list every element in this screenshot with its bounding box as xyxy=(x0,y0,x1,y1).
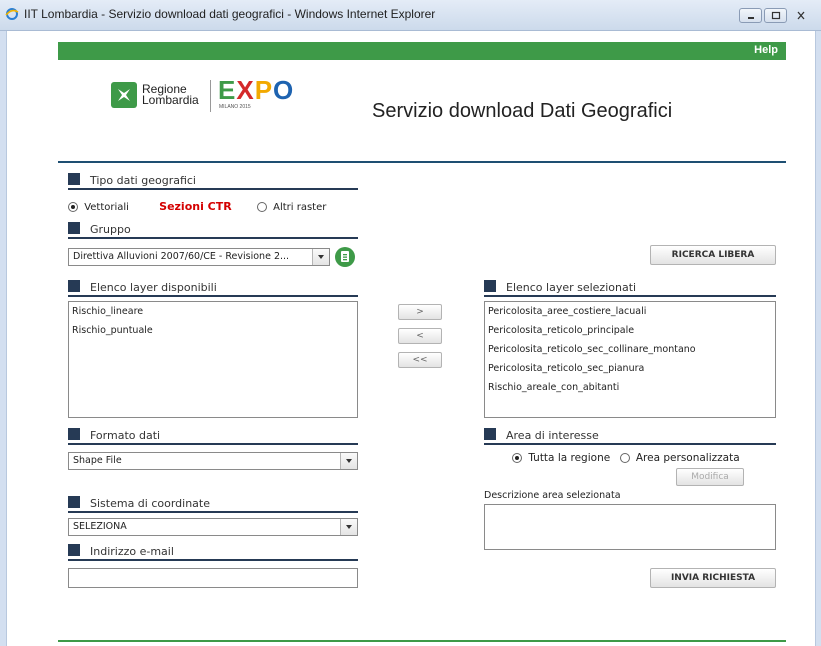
radio-vettoriali-label[interactable]: Vettoriali xyxy=(84,202,129,213)
section-bullet-icon xyxy=(68,496,80,508)
formato-select-value: Shape File xyxy=(73,455,122,466)
radio-altri-raster[interactable] xyxy=(256,202,267,212)
coordinate-select[interactable]: SELEZIONA xyxy=(68,518,358,536)
section-gruppo: Gruppo xyxy=(68,222,358,239)
footer-divider xyxy=(58,640,786,642)
expo-letter-p: P xyxy=(254,75,274,105)
section-layer-disponibili-label: Elenco layer disponibili xyxy=(90,281,217,294)
minimize-button[interactable] xyxy=(739,8,762,23)
radio-tutta-regione-label[interactable]: Tutta la regione xyxy=(528,452,610,464)
email-field[interactable] xyxy=(68,568,358,588)
section-area-interesse-label: Area di interesse xyxy=(506,429,599,442)
expo-letter-e: E xyxy=(218,75,237,105)
close-button[interactable] xyxy=(789,8,812,23)
radio-tutta-regione[interactable] xyxy=(512,453,522,463)
list-item[interactable]: Pericolosita_reticolo_sec_collinare_mont… xyxy=(485,340,775,359)
gruppo-select[interactable]: Direttiva Alluvioni 2007/60/CE - Revisio… xyxy=(68,248,330,266)
expo-logo-subtitle: MILANO 2015 xyxy=(219,104,251,110)
section-bullet-icon xyxy=(68,173,80,185)
descrizione-area-label: Descrizione area selezionata xyxy=(484,490,621,501)
window-frame-right xyxy=(815,31,821,646)
section-layer-selezionati-label: Elenco layer selezionati xyxy=(506,281,637,294)
regione-lombardia-logo xyxy=(111,82,137,108)
regione-lombardia-mark-icon xyxy=(118,89,130,101)
section-bullet-icon xyxy=(484,428,496,440)
section-bullet-icon xyxy=(68,544,80,556)
section-bullet-icon xyxy=(484,280,496,292)
list-item[interactable]: Rischio_areale_con_abitanti xyxy=(485,378,775,397)
invia-richiesta-button[interactable]: INVIA RICHIESTA xyxy=(650,568,776,588)
ricerca-libera-button[interactable]: RICERCA LIBERA xyxy=(650,245,776,265)
window-frame-left xyxy=(0,31,7,646)
window-title: IIT Lombardia - Servizio download dati g… xyxy=(24,7,436,21)
chevron-down-icon[interactable] xyxy=(340,519,357,535)
section-bullet-icon xyxy=(68,222,80,234)
chevron-down-icon[interactable] xyxy=(340,453,357,469)
radio-area-personalizzata[interactable] xyxy=(619,453,630,463)
formato-select[interactable]: Shape File xyxy=(68,452,358,470)
chevron-down-icon[interactable] xyxy=(312,249,329,265)
logo-regione-line2: Lombardia xyxy=(142,93,199,107)
section-gruppo-label: Gruppo xyxy=(90,223,131,236)
internet-explorer-icon xyxy=(5,8,19,20)
section-layer-disponibili: Elenco layer disponibili xyxy=(68,280,358,297)
maximize-icon xyxy=(771,11,780,20)
sezioni-ctr-link[interactable]: Sezioni CTR xyxy=(159,200,232,213)
radio-altri-raster-label[interactable]: Altri raster xyxy=(273,202,326,213)
layer-disponibili-list[interactable]: Rischio_lineare Rischio_puntuale xyxy=(68,301,358,418)
expo-letter-o: O xyxy=(273,75,295,105)
expo-logo: EXPO xyxy=(218,76,294,104)
minimize-icon xyxy=(747,17,754,19)
section-tipo-dati: Tipo dati geografici xyxy=(68,173,358,190)
section-formato-dati-label: Formato dati xyxy=(90,429,161,442)
section-sistema-coordinate-label: Sistema di coordinate xyxy=(90,497,211,510)
section-layer-selezionati: Elenco layer selezionati xyxy=(484,280,776,297)
regione-lombardia-wordmark: Regione Lombardia xyxy=(142,83,199,107)
section-area-interesse: Area di interesse xyxy=(484,428,776,445)
list-item[interactable]: Rischio_puntuale xyxy=(69,321,357,340)
logo-divider xyxy=(210,80,211,112)
coordinate-select-value: SELEZIONA xyxy=(73,521,127,532)
list-item[interactable]: Pericolosita_reticolo_sec_pianura xyxy=(485,359,775,378)
section-tipo-dati-label: Tipo dati geografici xyxy=(90,174,196,187)
section-sistema-coordinate: Sistema di coordinate xyxy=(68,496,358,513)
modifica-button[interactable]: Modifica xyxy=(676,468,744,486)
page-title: Servizio download Dati Geografici xyxy=(372,100,673,122)
remove-layer-button[interactable]: < xyxy=(398,328,442,344)
help-bar: Help xyxy=(58,42,786,60)
info-document-icon[interactable] xyxy=(334,246,356,268)
layer-selezionati-list[interactable]: Pericolosita_aree_costiere_lacuali Peric… xyxy=(484,301,776,418)
close-icon xyxy=(797,11,804,20)
add-layer-button[interactable]: > xyxy=(398,304,442,320)
area-options: Tutta la regione Area personalizzata xyxy=(512,452,740,464)
gruppo-select-value: Direttiva Alluvioni 2007/60/CE - Revisio… xyxy=(73,251,290,262)
window-titlebar: IIT Lombardia - Servizio download dati g… xyxy=(0,0,821,31)
remove-all-layers-button[interactable]: << xyxy=(398,352,442,368)
maximize-button[interactable] xyxy=(764,8,787,23)
section-bullet-icon xyxy=(68,280,80,292)
list-item[interactable]: Pericolosita_aree_costiere_lacuali xyxy=(485,302,775,321)
tipo-dati-options: Vettoriali Sezioni CTR Altri raster xyxy=(68,200,326,213)
header-divider xyxy=(58,161,786,163)
descrizione-area-textarea[interactable] xyxy=(484,504,776,550)
section-email-label: Indirizzo e-mail xyxy=(90,545,174,558)
list-item[interactable]: Pericolosita_reticolo_principale xyxy=(485,321,775,340)
expo-letter-x: X xyxy=(236,75,255,105)
list-item[interactable]: Rischio_lineare xyxy=(69,302,357,321)
section-formato-dati: Formato dati xyxy=(68,428,358,445)
radio-vettoriali[interactable] xyxy=(68,202,78,212)
section-email: Indirizzo e-mail xyxy=(68,544,358,561)
radio-area-personalizzata-label[interactable]: Area personalizzata xyxy=(636,452,740,464)
help-link[interactable]: Help xyxy=(754,44,778,56)
section-bullet-icon xyxy=(68,428,80,440)
